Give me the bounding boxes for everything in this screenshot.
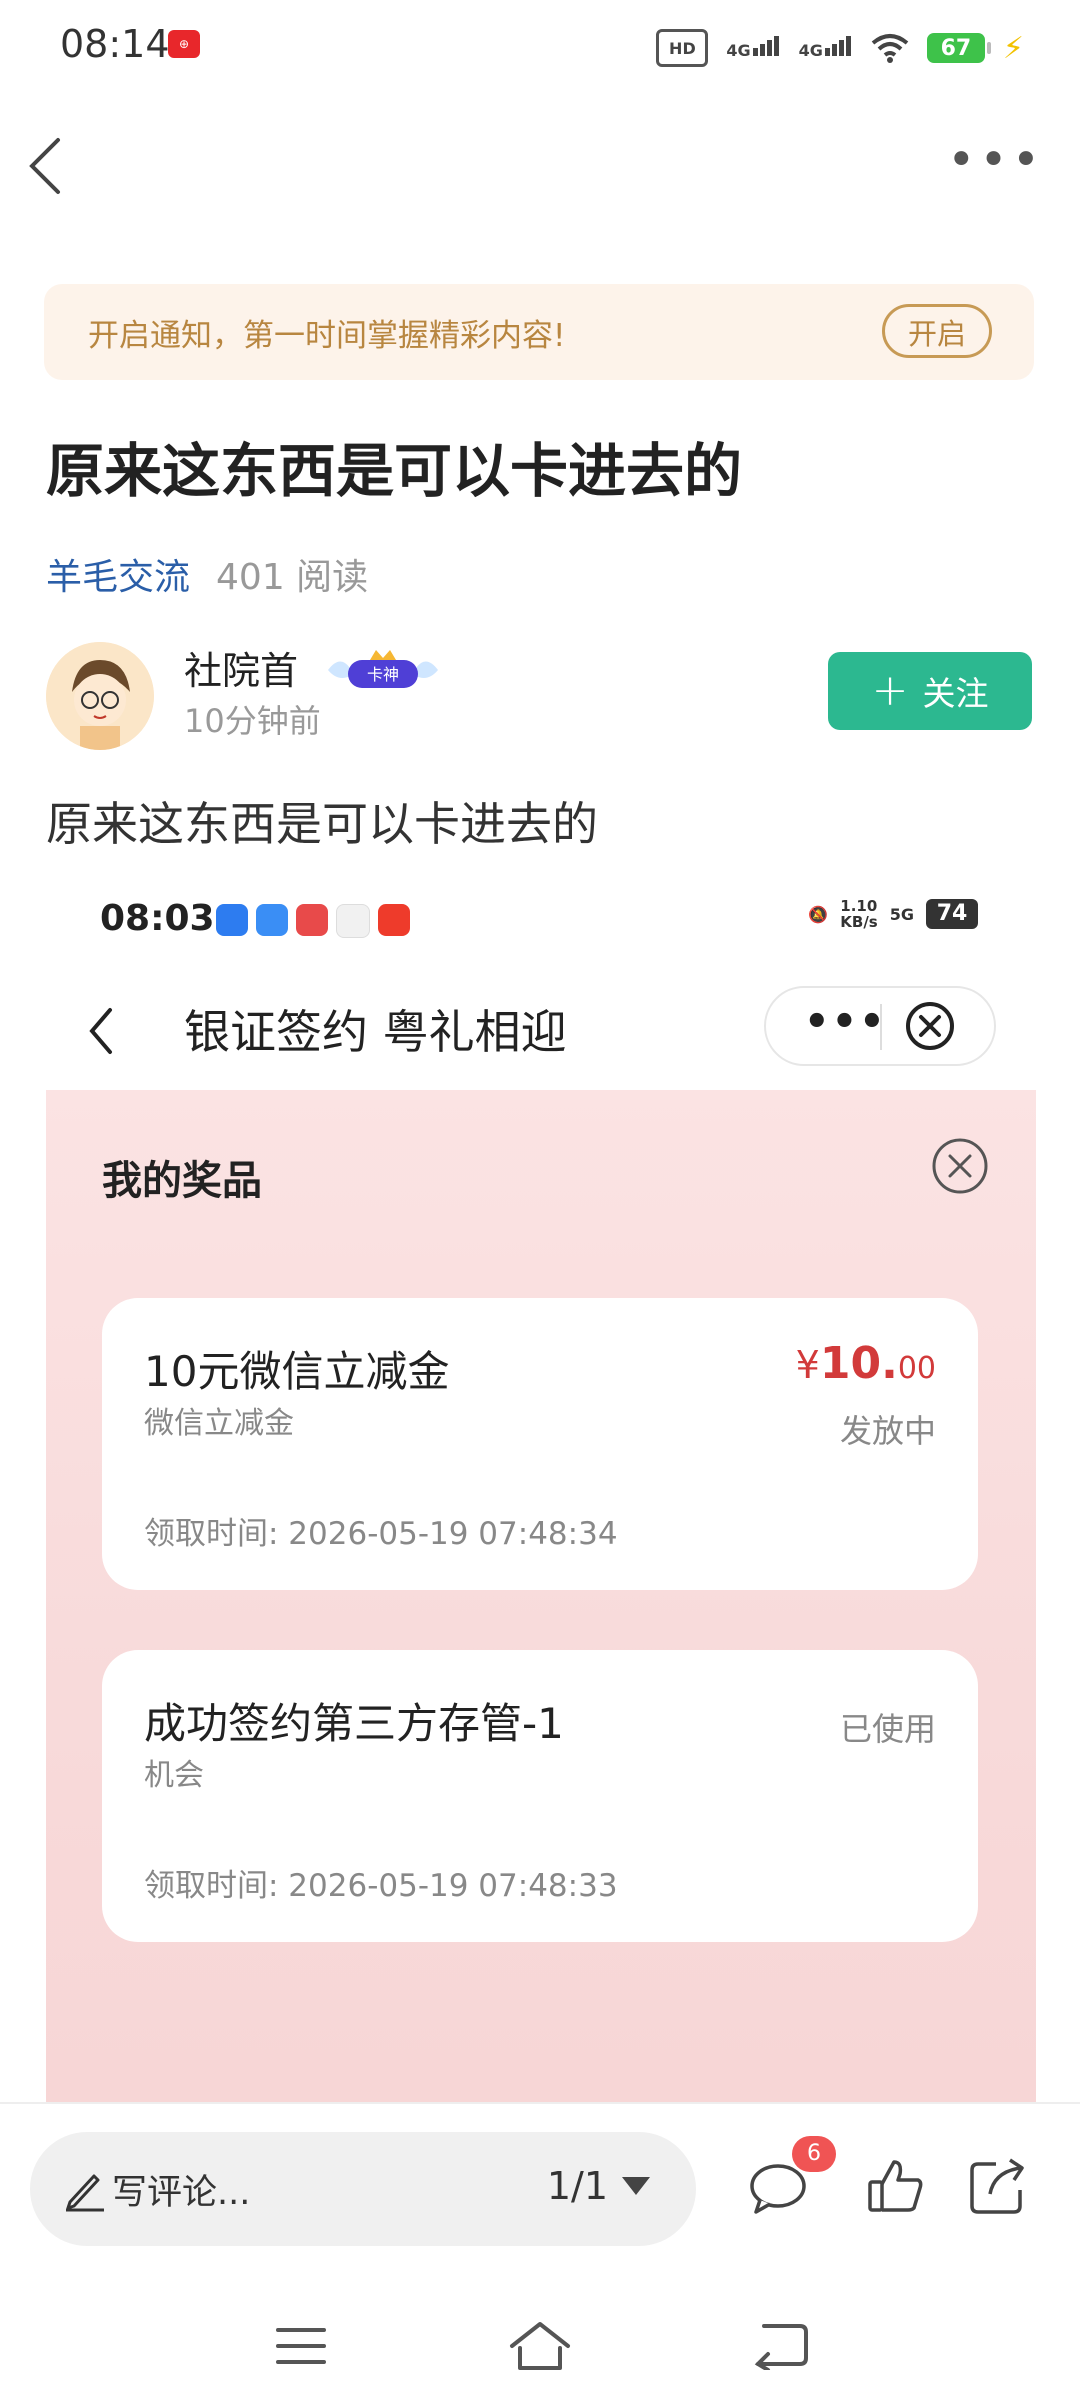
battery-icon: 67 — [926, 33, 991, 63]
category-link[interactable]: 羊毛交流 — [46, 557, 190, 598]
status-bar: 08:14 ⊕ HD 4G 4G 67 ⚡ — [0, 0, 1080, 96]
prize-panel: 我的奖品 10元微信立减金 微信立减金 ¥10.00 发放中 领取时间: 202… — [46, 1090, 1036, 2102]
app-icon — [216, 904, 248, 936]
home-icon[interactable] — [508, 2318, 572, 2374]
signal-icon: 4G — [726, 36, 780, 60]
wifi-icon — [871, 34, 909, 63]
prize-card[interactable]: 成功签约第三方存管-1 机会 已使用 领取时间: 2026-05-19 07:4… — [102, 1650, 978, 1942]
more-icon[interactable]: ••• — [804, 1002, 887, 1042]
author-avatar[interactable] — [46, 642, 154, 750]
charging-icon: ⚡ — [1002, 30, 1024, 66]
share-icon[interactable] — [966, 2154, 1030, 2218]
post-time: 10分钟前 — [184, 702, 321, 740]
prize-subtitle: 微信立减金 — [144, 1406, 294, 1441]
svg-text:卡神: 卡神 — [367, 665, 399, 684]
avatar-image — [46, 642, 154, 750]
prize-status: 已使用 — [839, 1710, 936, 1748]
hd-voice-icon: HD — [656, 29, 709, 67]
plus-icon: + — [871, 665, 909, 716]
prize-name: 成功签约第三方存管-1 — [144, 1699, 564, 1748]
comment-count-badge: 6 — [792, 2136, 836, 2172]
screenshot-status-icons: 🔕 1.10 KB/s 5G 74 — [808, 898, 978, 930]
close-icon[interactable] — [930, 1136, 990, 1196]
app-icon — [378, 904, 410, 936]
prize-time: 领取时间: 2026-05-19 07:48:34 — [144, 1516, 618, 1552]
prize-subtitle: 机会 — [144, 1758, 204, 1793]
follow-label: 关注 — [922, 674, 989, 713]
banner-text: 开启通知，第一时间掌握精彩内容! — [88, 318, 566, 354]
mute-icon: 🔕 — [808, 904, 829, 924]
prize-time: 领取时间: 2026-05-19 07:48:33 — [144, 1868, 618, 1904]
read-count: 401 阅读 — [216, 557, 369, 598]
prize-card[interactable]: 10元微信立减金 微信立减金 ¥10.00 发放中 领取时间: 2026-05-… — [102, 1298, 978, 1590]
pencil-icon — [66, 2174, 104, 2212]
follow-button[interactable]: + 关注 — [828, 652, 1032, 730]
app-notification-icon: ⊕ — [168, 30, 200, 58]
prize-status: 发放中 — [839, 1412, 936, 1450]
capsule-divider — [880, 1004, 882, 1050]
article-body: 原来这东西是可以卡进去的 — [46, 797, 598, 851]
embedded-screenshot[interactable]: 08:03 🔕 1.10 KB/s 5G 74 银证签约 粤礼相迎 ••• 我的… — [46, 868, 1036, 2102]
comment-input[interactable]: 写评论... 1/1 — [30, 2132, 696, 2246]
article-meta: 羊毛交流 401 阅读 — [46, 548, 368, 600]
app-icon — [336, 904, 370, 938]
comment-placeholder: 写评论... — [112, 2173, 251, 2213]
card-god-badge-icon: 卡神 — [328, 650, 438, 688]
signal-icon-2: 4G — [799, 36, 853, 60]
system-back-icon[interactable] — [754, 2320, 810, 2370]
prize-amount: ¥10.00 — [795, 1338, 936, 1389]
miniprogram-capsule: ••• — [764, 986, 996, 1066]
screenshot-page-title: 银证签约 粤礼相迎 — [184, 1005, 567, 1059]
network-label: 5G — [889, 904, 914, 924]
page-selector[interactable]: 1/1 — [547, 2164, 650, 2208]
back-icon[interactable] — [26, 136, 66, 196]
prize-name: 10元微信立减金 — [144, 1347, 450, 1396]
status-time: 08:14 — [60, 22, 170, 66]
status-icons: HD 4G 4G 67 ⚡ — [656, 26, 1024, 70]
article-title: 原来这东西是可以卡进去的 — [46, 437, 743, 505]
bottom-divider — [0, 2102, 1080, 2104]
more-icon[interactable]: ••• — [947, 136, 1044, 184]
system-navigation — [0, 2290, 1080, 2404]
recent-apps-icon[interactable] — [276, 2326, 326, 2366]
dropdown-arrow-icon — [622, 2177, 650, 2195]
notification-banner: 开启通知，第一时间掌握精彩内容! 开启 — [44, 284, 1034, 380]
screenshot-app-icons — [216, 904, 410, 938]
like-icon[interactable] — [864, 2154, 928, 2218]
close-circle-icon[interactable] — [902, 998, 958, 1054]
enable-notification-button[interactable]: 开启 — [882, 304, 992, 358]
app-icon — [296, 904, 328, 936]
page-indicator: 1/1 — [546, 2164, 608, 2208]
speed-indicator: 1.10 KB/s — [840, 897, 878, 931]
app-icon — [256, 904, 288, 936]
screenshot-battery-icon: 74 — [926, 899, 978, 929]
screenshot-status-time: 08:03 — [100, 898, 215, 939]
author-name[interactable]: 社院首 — [184, 640, 298, 695]
panel-title: 我的奖品 — [102, 1158, 262, 1204]
screenshot-back-icon[interactable] — [86, 1006, 116, 1056]
